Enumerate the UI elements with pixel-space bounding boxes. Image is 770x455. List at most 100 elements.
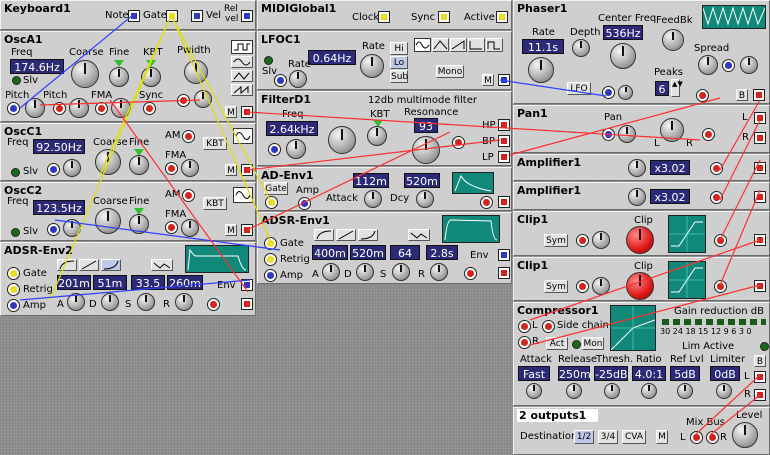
bp-output-jack[interactable] — [498, 135, 510, 147]
waveform-saw[interactable] — [231, 84, 253, 96]
amp-input-jack[interactable] — [710, 191, 723, 204]
env-output-jack[interactable] — [498, 196, 510, 208]
lfo-button[interactable]: LFO — [567, 82, 591, 95]
retrig-input-jack[interactable] — [7, 283, 20, 296]
clip-knob[interactable] — [626, 272, 654, 300]
attack-shape-lin[interactable] — [79, 259, 99, 271]
rate-mod-knob[interactable] — [289, 70, 307, 88]
reflvl-knob[interactable] — [677, 383, 693, 399]
attack-shape-exp[interactable] — [358, 229, 378, 241]
attack-knob[interactable] — [364, 190, 382, 208]
fma-knob[interactable] — [181, 159, 199, 177]
spread-knob[interactable] — [698, 55, 718, 75]
env-audio-output-jack[interactable] — [498, 267, 510, 279]
mute-button[interactable]: M — [225, 106, 237, 118]
clip-input-jack[interactable] — [714, 234, 727, 247]
fma-input-jack[interactable] — [165, 221, 178, 234]
wave-saw-up-button[interactable] — [450, 38, 467, 52]
gate-input-jack[interactable] — [264, 237, 277, 250]
freq-mod-knob[interactable] — [618, 85, 633, 100]
release-knob[interactable] — [175, 293, 193, 311]
gain-knob[interactable] — [628, 159, 646, 177]
pitch-mod-knob[interactable] — [63, 159, 81, 177]
fine-knob[interactable] — [109, 67, 129, 87]
amp-output-jack[interactable] — [754, 191, 766, 203]
lp-output-jack[interactable] — [498, 151, 510, 163]
pitch-mod-knob-1[interactable] — [25, 98, 45, 118]
rate-mod-input-jack[interactable] — [274, 74, 287, 87]
amp-input-jack[interactable] — [298, 197, 311, 210]
dest-1-2-button[interactable]: 1/2 — [574, 430, 594, 444]
am-input-jack[interactable] — [182, 189, 195, 202]
clip-mod-knob[interactable] — [592, 277, 610, 295]
pan-mod-knob[interactable] — [618, 125, 636, 143]
wave-square-button[interactable] — [486, 38, 503, 52]
note-output-jack[interactable] — [128, 10, 140, 22]
dest-cva-button[interactable]: CVA — [622, 430, 646, 444]
retrig-input-jack[interactable] — [264, 253, 277, 266]
pan-input-jack[interactable] — [702, 128, 715, 141]
attack-shape-log[interactable] — [57, 259, 77, 271]
pitch-input-jack[interactable] — [47, 163, 60, 176]
pitch-input-jack[interactable] — [47, 223, 60, 236]
decay-knob[interactable] — [416, 190, 434, 208]
limiter-knob[interactable] — [716, 383, 732, 399]
gate-input-jack[interactable] — [265, 196, 278, 209]
spread-mod-input-jack[interactable] — [722, 59, 735, 72]
env-audio-output-jack[interactable] — [241, 298, 253, 310]
range-hi-button[interactable]: Hi — [390, 42, 408, 55]
in-l-jack[interactable] — [690, 431, 703, 444]
pitch-input-jack-1[interactable] — [7, 102, 20, 115]
osc-output-jack[interactable] — [241, 224, 253, 236]
thresh-knob[interactable] — [604, 383, 620, 399]
fma-input-jack[interactable] — [95, 102, 108, 115]
amp-output-jack[interactable] — [754, 162, 766, 174]
out-r-jack[interactable] — [754, 132, 766, 144]
attack-knob[interactable] — [322, 263, 340, 281]
attack-shape-log[interactable] — [314, 229, 334, 241]
hp-output-jack[interactable] — [498, 119, 510, 131]
pwidth-mod-input-jack[interactable] — [177, 94, 190, 107]
sync-input-jack[interactable] — [143, 102, 156, 115]
waveform-sine[interactable] — [233, 187, 253, 203]
out-l-jack[interactable] — [754, 112, 766, 124]
env-input-jack[interactable] — [464, 267, 477, 280]
pitch-mod-knob[interactable] — [63, 219, 81, 237]
env-output-jack[interactable] — [498, 249, 510, 261]
mute-button[interactable]: M — [656, 430, 668, 444]
dest-3-4-button[interactable]: 3/4 — [598, 430, 618, 444]
mute-button[interactable]: M — [225, 164, 237, 176]
phaser-output-jack[interactable] — [753, 89, 765, 101]
ratio-knob[interactable] — [641, 383, 657, 399]
freq-knob[interactable] — [328, 126, 356, 154]
attack-knob[interactable] — [526, 383, 542, 399]
pan-knob[interactable] — [660, 118, 684, 142]
range-sub-button[interactable]: Sub — [390, 70, 408, 83]
gate-input-jack[interactable] — [7, 267, 20, 280]
sidechain-input-jack[interactable] — [542, 320, 555, 333]
filter-input-jack[interactable] — [452, 136, 465, 149]
freq-mod-knob[interactable] — [286, 139, 306, 159]
waveform-triangle[interactable] — [231, 70, 253, 82]
env-input-jack[interactable] — [207, 298, 220, 311]
in-l-jack[interactable] — [518, 320, 531, 333]
gate-button[interactable]: Gate — [264, 182, 288, 195]
coarse-knob[interactable] — [71, 60, 99, 88]
clip-mod-input-jack[interactable] — [576, 234, 589, 247]
amp-input-jack[interactable] — [7, 299, 20, 312]
phaser-input-jack[interactable] — [696, 89, 709, 102]
clip-output-jack[interactable] — [754, 234, 766, 246]
fma-input-jack[interactable] — [165, 162, 178, 175]
in-r-jack[interactable] — [518, 336, 531, 349]
out-l-jack[interactable] — [754, 371, 766, 383]
amp-input-jack[interactable] — [264, 269, 277, 282]
kbt-button[interactable]: KBT — [203, 137, 227, 150]
bypass-button[interactable]: B — [754, 355, 766, 367]
release-knob[interactable] — [430, 263, 448, 281]
sym-button[interactable]: Sym — [544, 234, 568, 247]
waveform-square[interactable] — [231, 40, 253, 54]
release-velocity-output-jack[interactable] — [241, 10, 253, 22]
out-r-jack[interactable] — [754, 389, 766, 401]
pitch-mod-knob-2[interactable] — [69, 98, 89, 118]
osc-output-jack[interactable] — [241, 164, 253, 176]
